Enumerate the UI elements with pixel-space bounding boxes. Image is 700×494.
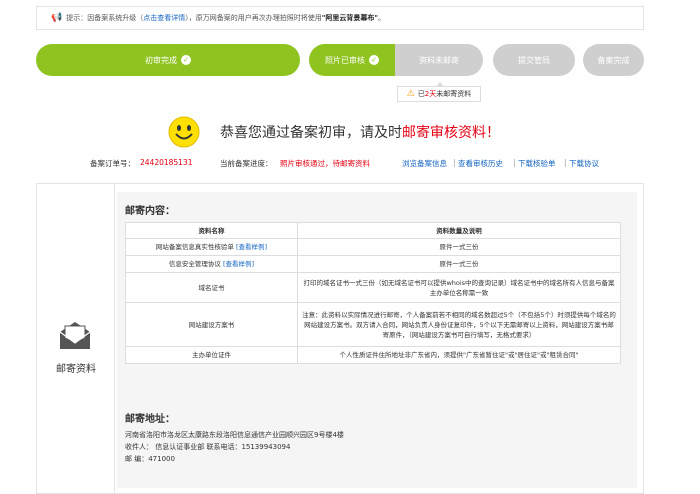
doc-desc: 注意：此资料以实际情况进行邮寄，个人备案前若不相同的域名数超过5个（不包括5个）… (297, 302, 621, 347)
doc-name: 网站建设方案书 (125, 302, 298, 347)
notice-middle: ），原万网备案的用户再次办理拍照时将使用 (185, 14, 322, 22)
mail-panel: 邮寄资料 邮寄内容： 资料名称 资料数量及说明 网站备案信息真实性核验单 [查看… (36, 183, 644, 494)
congrats-main: 恭喜您通过备案初审，请及时 (220, 125, 402, 141)
step-submit-bureau: 提交管局 (493, 44, 575, 76)
link-review-history[interactable]: 查看审核历史 (458, 158, 503, 169)
warning-icon: ⚠ (406, 89, 415, 99)
link-view-filing[interactable]: 浏览备案信息 (402, 158, 447, 169)
address-line: 河南省洛阳市洛龙区太康路东段洛阳信息通信产业园顺兴园区9号楼4楼 (125, 431, 344, 439)
table-row: 网站备案信息真实性核验单 [查看样例] 原件一式三份 (125, 238, 621, 256)
notice-bold: "阿里云背景幕布" (321, 14, 379, 22)
separator: | (513, 158, 516, 167)
step-label: 照片已审核 (325, 55, 365, 65)
table-row: 主办单位证件 个人性质证件住所地址非广东省内，须提供"广东省暂住证"或"居住证"… (125, 346, 621, 364)
link-download-agreement[interactable]: 下载协议 (569, 158, 599, 169)
panel-left-column: 邮寄资料 (37, 184, 115, 493)
step-initial-review: 初审完成 ✓ (36, 44, 300, 76)
speaker-icon: 📢 (51, 13, 63, 23)
mail-docs-label: 邮寄资料 (56, 364, 96, 375)
doc-name: 信息安全管理协议 (168, 260, 221, 268)
step-label: 资料未邮寄 (419, 55, 459, 65)
doc-name-cell: 信息安全管理协议 [查看样例] (125, 255, 298, 273)
mail-status-badge: ⚠ 已 2天 未邮寄资料 (397, 82, 481, 102)
doc-name: 主办单位证件 (125, 346, 298, 364)
congrats-heading: 恭喜您通过备案初审，请及时邮寄审核资料！ (220, 122, 500, 142)
notice-suffix: 。 (378, 14, 386, 22)
doc-name: 网站备案信息真实性核验单 (155, 243, 234, 251)
postcode-line: 邮 编：471000 (125, 455, 175, 463)
notice-detail-link[interactable]: 点击查看详情 (143, 13, 185, 23)
doc-desc: 个人性质证件住所地址非广东省内，须提供"广东省暂住证"或"居住证"或"租赁合同" (297, 346, 621, 364)
table-header-row: 资料名称 资料数量及说明 (125, 222, 621, 239)
table-row: 网站建设方案书 注意：此资料以实际情况进行邮寄，个人备案前若不相同的域名数超过5… (125, 302, 621, 347)
notice-bar: 📢 提示：因备案系统升级（ 点击查看详情 ），原万网备案的用户再次办理拍照时将使… (36, 6, 644, 30)
step-docs-not-mailed: 资料未邮寄 (395, 44, 483, 76)
address-section-title: 邮寄地址： (125, 414, 175, 425)
progress-label: 当前备案进度： (220, 159, 273, 168)
step-photo-reviewed: 照片已审核 ✓ (309, 44, 395, 76)
docs-table: 资料名称 资料数量及说明 网站备案信息真实性核验单 [查看样例] 原件一式三份 … (125, 222, 621, 364)
sample-link[interactable]: [查看样例] (236, 243, 267, 251)
step-label: 备案完成 (597, 55, 630, 65)
recipient-line: 收件人： 信息认证事业部 联系电话：15139943094 (125, 443, 291, 451)
check-icon: ✓ (369, 55, 379, 65)
doc-desc: 打印的域名证书一式三份（如无域名证书可以提供whois中的查询记录）域名证书中的… (297, 272, 621, 303)
doc-desc: 原件一式三份 (297, 238, 621, 256)
step-filing-complete: 备案完成 (583, 44, 644, 76)
check-icon: ✓ (181, 55, 191, 65)
sample-link[interactable]: [查看样例] (223, 260, 254, 268)
badge-suffix: 未邮寄资料 (436, 90, 472, 98)
content-section-title: 邮寄内容： (125, 206, 175, 217)
table-row: 域名证书 打印的域名证书一式三份（如无域名证书可以提供whois中的查询记录）域… (125, 272, 621, 303)
separator: | (453, 158, 456, 167)
notice-prefix: 提示：因备案系统升级（ (66, 14, 144, 22)
doc-name: 域名证书 (125, 272, 298, 303)
congrats-highlight: 邮寄审核资料！ (402, 125, 500, 141)
order-number: 24420185131 (140, 158, 193, 167)
doc-desc: 原件一式三份 (297, 255, 621, 273)
progress-steps: 初审完成 ✓ 照片已审核 ✓ 资料未邮寄 提交管局 备案完成 (36, 44, 644, 76)
table-row: 信息安全管理协议 [查看样例] 原件一式三份 (125, 255, 621, 273)
step-label: 初审完成 (145, 55, 177, 65)
badge-days: 2天 (424, 90, 437, 98)
mail-content: 邮寄内容： 资料名称 资料数量及说明 网站备案信息真实性核验单 [查看样例] 原… (117, 192, 637, 488)
order-label: 备案订单号： (90, 159, 135, 168)
separator: | (564, 158, 567, 167)
envelope-icon (59, 322, 91, 349)
link-download-verification[interactable]: 下载核验单 (518, 158, 556, 169)
table-header: 资料数量及说明 (297, 222, 621, 239)
step-label: 提交管局 (518, 55, 550, 65)
badge-prefix: 已 (417, 90, 425, 98)
progress-value: 照片审核通过，待邮寄资料 (280, 159, 370, 168)
table-header: 资料名称 (125, 222, 298, 239)
smiley-icon (168, 116, 200, 148)
doc-name-cell: 网站备案信息真实性核验单 [查看样例] (125, 238, 298, 256)
